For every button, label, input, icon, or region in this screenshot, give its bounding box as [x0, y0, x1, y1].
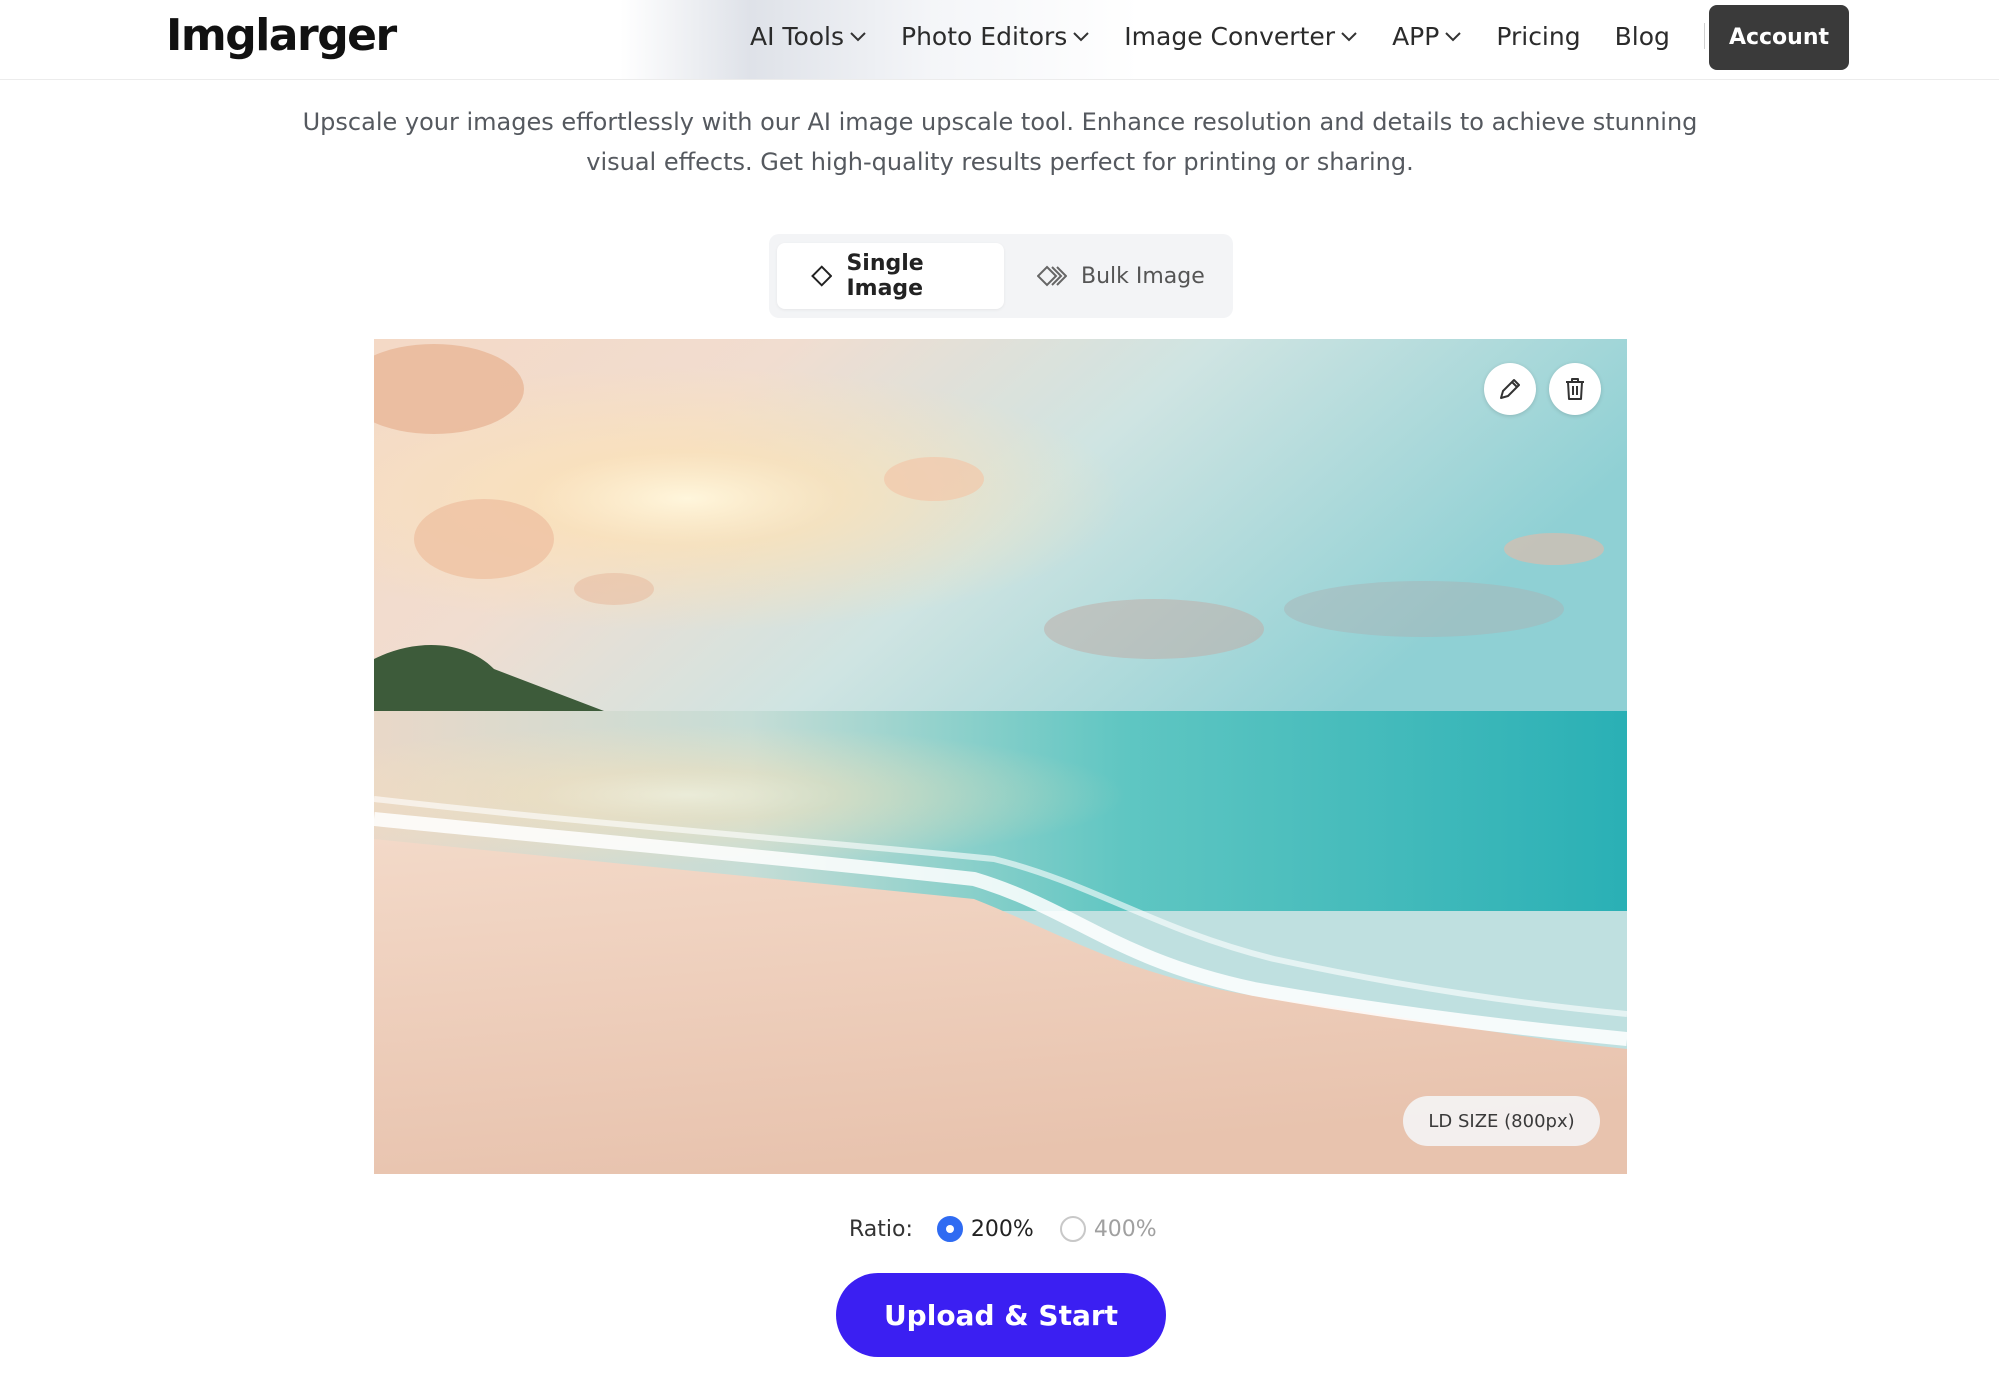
nav-photo-editors[interactable]: Photo Editors [901, 22, 1090, 51]
diamond-icon [811, 265, 833, 287]
nav-label: Image Converter [1124, 21, 1336, 51]
chevron-down-icon [1445, 32, 1462, 42]
nav-ai-tools[interactable]: AI Tools [750, 22, 867, 51]
site-header: Imglarger AI Tools Photo Editors Image C… [0, 0, 1999, 80]
nav-divider [1703, 23, 1705, 49]
nav-label: Pricing [1496, 21, 1581, 51]
ratio-option-400[interactable]: 400% [1059, 1216, 1157, 1242]
ratio-option-label: 400% [1093, 1216, 1157, 1242]
multi-diamond-icon [1037, 265, 1067, 287]
ratio-selector: Ratio: 200% 400% [849, 1212, 1183, 1246]
tab-label: Bulk Image [1081, 263, 1205, 289]
logo[interactable]: Imglarger [166, 10, 397, 62]
nav-label: Photo Editors [901, 21, 1068, 51]
nav-app[interactable]: APP [1392, 22, 1462, 51]
nav-image-converter[interactable]: Image Converter [1124, 22, 1358, 51]
ratio-option-200[interactable]: 200% [936, 1216, 1034, 1242]
image-preview: LD SIZE (800px) [374, 339, 1627, 1174]
chevron-down-icon [1073, 32, 1090, 42]
upload-start-button[interactable]: Upload & Start [836, 1273, 1166, 1357]
nav-label: AI Tools [750, 21, 845, 51]
nav-blog[interactable]: Blog [1615, 22, 1670, 51]
nav-label: APP [1392, 21, 1440, 51]
page-description: Upscale your images effortlessly with ou… [302, 108, 1698, 176]
ratio-label: Ratio: [849, 1216, 913, 1242]
account-button[interactable]: Account [1709, 5, 1849, 70]
edit-icon [1500, 379, 1520, 399]
tab-single-image[interactable]: Single Image [777, 243, 1004, 309]
ratio-option-label: 200% [970, 1216, 1034, 1242]
beach-sunset-photo [374, 339, 1627, 1174]
chevron-down-icon [1341, 32, 1357, 42]
main-nav: AI Tools Photo Editors Image Converter A… [750, 0, 1723, 72]
edit-button[interactable] [1484, 363, 1536, 415]
tab-bulk-image[interactable]: Bulk Image [1035, 243, 1225, 309]
chevron-down-icon [850, 32, 866, 42]
radio-unchecked-icon[interactable] [1059, 1216, 1086, 1242]
size-badge: LD SIZE (800px) [1403, 1096, 1600, 1146]
tab-label: Single Image [846, 251, 924, 301]
trash-icon [1566, 378, 1584, 400]
nav-pricing[interactable]: Pricing [1496, 22, 1580, 51]
mode-toggle: Single Image Bulk Image [769, 234, 1233, 318]
delete-button[interactable] [1549, 363, 1601, 415]
nav-label: Blog [1614, 21, 1670, 51]
radio-checked-icon[interactable] [936, 1216, 963, 1242]
